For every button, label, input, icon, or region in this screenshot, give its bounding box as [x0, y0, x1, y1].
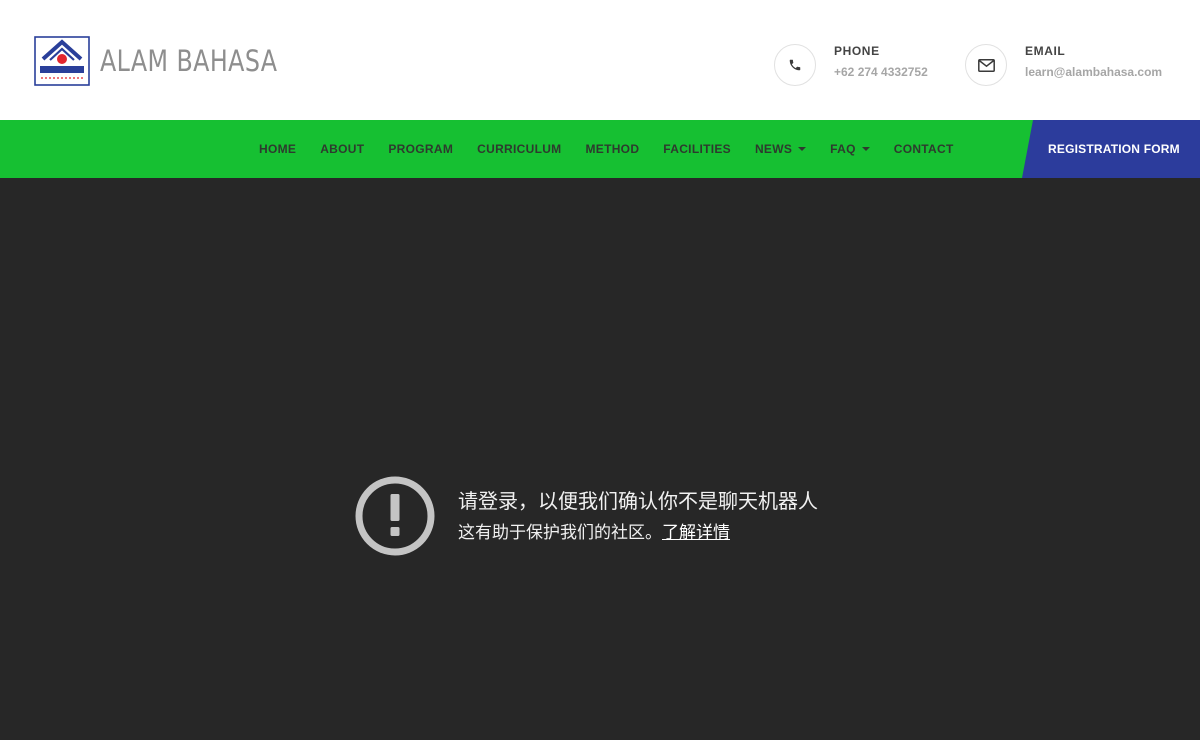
- brand-name: ALAM BAHASA: [100, 44, 278, 78]
- nav-item-label: ABOUT: [320, 142, 365, 156]
- email-icon-circle: [965, 44, 1007, 86]
- nav-item-home[interactable]: HOME: [247, 142, 308, 156]
- learn-more-link[interactable]: 了解详情: [662, 523, 730, 543]
- nav-item-label: FAQ: [830, 142, 856, 156]
- nav-item-label: CONTACT: [893, 142, 954, 156]
- nav-item-label: PROGRAM: [388, 142, 454, 156]
- bot-check-notice: 请登录，以便我们确认你不是聊天机器人 这有助于保护我们的社区。了解详情: [354, 475, 818, 557]
- exclamation-circle-icon: [355, 476, 435, 556]
- phone-value[interactable]: +62 274 4332752: [834, 65, 928, 79]
- nav-item-news[interactable]: NEWS: [743, 142, 818, 156]
- alam-bahasa-logo-icon: [34, 36, 90, 86]
- nav-item-faq[interactable]: FAQ: [818, 142, 882, 156]
- notice-subtitle: 这有助于保护我们的社区。了解详情: [458, 522, 818, 544]
- notice-title: 请登录，以便我们确认你不是聊天机器人: [458, 489, 818, 513]
- nav-item-label: FACILITIES: [663, 142, 731, 156]
- envelope-icon: [977, 58, 995, 72]
- email-label: EMAIL: [1025, 44, 1066, 58]
- nav-menu: HOME ABOUT PROGRAM CURRICULUM METHOD FAC…: [247, 120, 966, 178]
- nav-item-about[interactable]: ABOUT: [308, 142, 376, 156]
- phone-icon-circle: [774, 44, 816, 86]
- email-contact[interactable]: EMAIL learn@alambahasa.com: [965, 44, 1162, 86]
- site-logo[interactable]: ALAM BAHASA: [34, 36, 316, 86]
- registration-form-button[interactable]: REGISTRATION FORM: [1022, 120, 1200, 178]
- nav-item-label: CURRICULUM: [477, 142, 562, 156]
- site-header: ALAM BAHASA PHONE +62 274 4332752 EMAIL …: [0, 0, 1200, 120]
- main-navigation: HOME ABOUT PROGRAM CURRICULUM METHOD FAC…: [0, 120, 1200, 178]
- nav-item-facilities[interactable]: FACILITIES: [651, 142, 743, 156]
- nav-item-method[interactable]: METHOD: [573, 142, 651, 156]
- phone-label: PHONE: [834, 44, 880, 58]
- caret-down-icon: [798, 147, 807, 151]
- nav-item-label: METHOD: [585, 142, 640, 156]
- nav-item-label: HOME: [259, 142, 297, 156]
- caret-down-icon: [861, 147, 870, 151]
- email-value[interactable]: learn@alambahasa.com: [1025, 65, 1162, 79]
- nav-item-contact[interactable]: CONTACT: [882, 142, 966, 156]
- nav-item-curriculum[interactable]: CURRICULUM: [465, 142, 573, 156]
- nav-item-program[interactable]: PROGRAM: [376, 142, 465, 156]
- notice-subtitle-text: 这有助于保护我们的社区。: [458, 523, 662, 543]
- phone-icon: [789, 59, 801, 71]
- registration-form-label: REGISTRATION FORM: [1048, 142, 1180, 156]
- nav-item-label: NEWS: [754, 142, 793, 156]
- phone-contact[interactable]: PHONE +62 274 4332752: [774, 44, 928, 86]
- login-required-overlay: 请登录，以便我们确认你不是聊天机器人 这有助于保护我们的社区。了解详情: [0, 178, 1200, 740]
